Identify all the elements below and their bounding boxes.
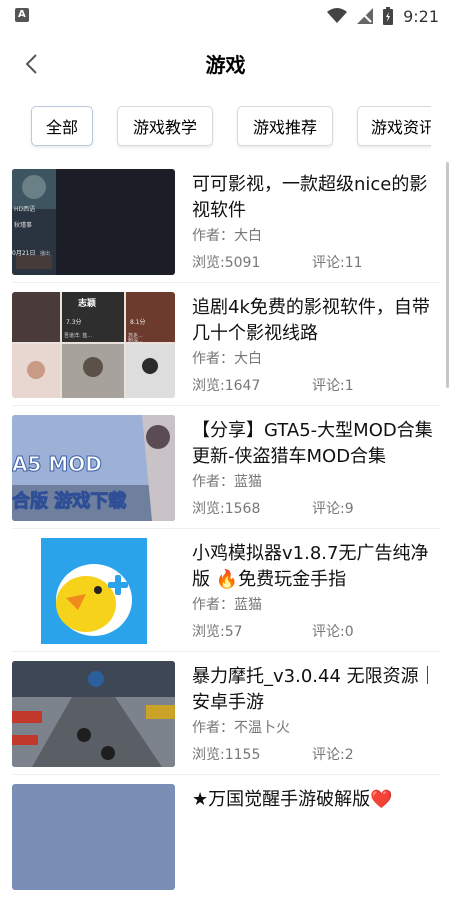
tab-game-tutorial[interactable]: 游戏教学 (117, 106, 213, 146)
thumbnail (12, 784, 175, 890)
article-author: 作者：大白 (192, 351, 262, 367)
view-count: 浏览:57 (192, 624, 243, 640)
moto-game-screenshot (12, 661, 175, 767)
signal-icon (357, 8, 374, 24)
category-tabs: 全部 游戏教学 游戏推荐 游戏资讯 (0, 106, 431, 152)
list-item[interactable]: 暴力摩托_v3.0.44 无限资源｜安卓手游 作者：不温卜火 浏览:1155 评… (0, 652, 440, 775)
app-notification-icon: A (15, 8, 29, 22)
comment-count: 评论:11 (312, 255, 363, 271)
comment-count: 评论:0 (312, 624, 354, 640)
svg-text:8.1分: 8.1分 (130, 318, 146, 326)
article-title: 【分享】GTA5-大型MOD合集更新-侠盗猎车MOD合集 (192, 420, 433, 467)
list-item[interactable]: 志颖 7.3分 8.1分 吾道洋: 蓝... 苏乡... 刺深... 追剧4k免… (0, 283, 440, 406)
scrollbar[interactable] (446, 162, 449, 388)
tab-all[interactable]: 全部 (31, 106, 93, 146)
article-title: 可可影视，一款超级nice的影视软件 (192, 174, 428, 221)
list-item[interactable]: HD西语 秋瑾事 0月21日 播出 可可影视，一款超级nice的影视软件 作者：… (0, 160, 440, 283)
article-title: 暴力摩托_v3.0.44 无限资源｜安卓手游 (192, 666, 437, 713)
header: 游戏 (0, 32, 451, 94)
view-count: 浏览:1568 (192, 501, 261, 517)
wifi-icon (327, 8, 348, 23)
poster-image: HD西语 秋瑾事 0月21日 播出 (12, 169, 56, 275)
comment-count: 评论:2 (312, 747, 354, 763)
article-author: 作者：蓝猫 (192, 474, 262, 490)
svg-text:刺深...: 刺深... (128, 337, 143, 344)
article-title: 追剧4k免费的影视软件，自带几十个影视线路 (192, 297, 430, 344)
article-author: 作者：不温卜火 (192, 720, 290, 736)
tab-game-news[interactable]: 游戏资讯 (357, 106, 431, 146)
poster-collage-image: 志颖 7.3分 8.1分 吾道洋: 蓝... 苏乡... 刺深... (12, 292, 175, 398)
svg-text:吾道洋: 蓝...: 吾道洋: 蓝... (64, 332, 92, 339)
svg-text:7.3分: 7.3分 (66, 318, 82, 326)
thumbnail (12, 661, 175, 767)
status-icons: 9:21 (327, 6, 439, 26)
svg-text:HD西语: HD西语 (14, 205, 35, 213)
thumbnail (12, 538, 175, 644)
comment-count: 评论:1 (312, 378, 354, 394)
article-title: ★万国觉醒手游破解版❤️ (192, 789, 393, 810)
thumbnail: HD西语 秋瑾事 0月21日 播出 (12, 169, 175, 275)
svg-text:合版 游戏下载: 合版 游戏下载 (12, 490, 126, 512)
svg-text:志颖: 志颖 (78, 297, 96, 309)
battery-icon (383, 7, 394, 25)
article-author: 作者：大白 (192, 228, 262, 244)
comment-count: 评论:9 (312, 501, 354, 517)
view-count: 浏览:1155 (192, 747, 261, 763)
list-item[interactable]: A5 MOD 合版 游戏下载 【分享】GTA5-大型MOD合集更新-侠盗猎车MO… (0, 406, 440, 529)
page-title: 游戏 (205, 53, 246, 77)
chicken-emulator-logo (12, 538, 175, 644)
thumbnail: 志颖 7.3分 8.1分 吾道洋: 蓝... 苏乡... 刺深... (12, 292, 175, 398)
svg-text:播出: 播出 (40, 250, 50, 257)
thumbnail: A5 MOD 合版 游戏下载 (12, 415, 175, 521)
status-bar: A 9:21 (0, 0, 451, 32)
tab-game-recommend[interactable]: 游戏推荐 (237, 106, 333, 146)
article-author: 作者：蓝猫 (192, 597, 262, 613)
list-item[interactable]: 小鸡模拟器v1.8.7无广告纯净版 🔥免费玩金手指 作者：蓝猫 浏览:57 评论… (0, 529, 440, 652)
svg-text:0月21日: 0月21日 (12, 250, 35, 257)
list-item[interactable]: ★万国觉醒手游破解版❤️ (0, 775, 440, 898)
article-title: 小鸡模拟器v1.8.7无广告纯净版 🔥免费玩金手指 (192, 543, 429, 590)
svg-text:秋瑾事: 秋瑾事 (14, 221, 32, 229)
view-count: 浏览:5091 (192, 255, 261, 271)
view-count: 浏览:1647 (192, 378, 261, 394)
status-time: 9:21 (403, 6, 439, 26)
gta-mod-banner-image: A5 MOD 合版 游戏下载 (12, 415, 175, 521)
svg-text:A5 MOD: A5 MOD (12, 452, 102, 476)
